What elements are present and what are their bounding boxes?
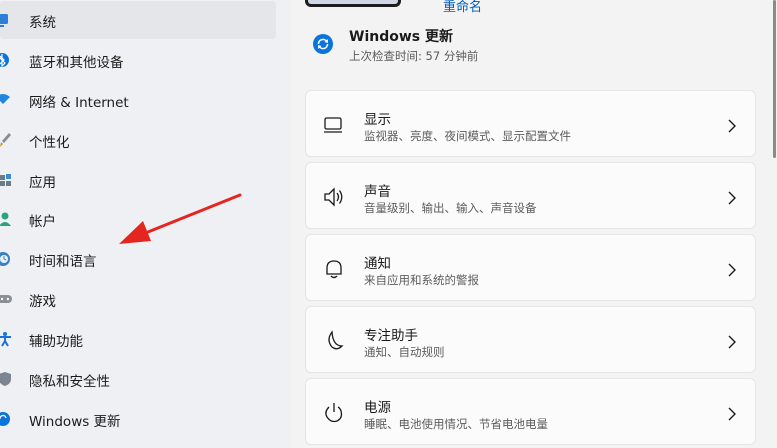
sidebar-item-system[interactable]: 系统 xyxy=(0,1,276,39)
card-title: 显示 xyxy=(364,112,391,128)
sidebar-item-label: Windows 更新 xyxy=(29,414,121,430)
shield-icon xyxy=(0,371,14,387)
sidebar-item-apps[interactable]: 应用 xyxy=(0,161,276,199)
sidebar-item-network[interactable]: 网络 & Internet xyxy=(0,81,276,119)
rename-link[interactable]: 重命名 xyxy=(443,0,482,15)
speaker-icon xyxy=(323,186,345,208)
sidebar-item-label: 网络 & Internet xyxy=(29,95,129,111)
windows-update-icon xyxy=(0,411,14,427)
sidebar-item-label: 隐私和安全性 xyxy=(29,374,110,390)
bell-icon xyxy=(323,258,345,280)
sidebar-item-privacy[interactable]: 隐私和安全性 xyxy=(0,360,276,398)
sidebar-item-label: 游戏 xyxy=(29,294,56,310)
sidebar-item-label: 帐户 xyxy=(29,214,56,230)
power-icon xyxy=(323,402,345,424)
brush-icon xyxy=(0,132,14,148)
gamepad-icon xyxy=(0,291,14,307)
sidebar-item-time-language[interactable]: 时间和语言 xyxy=(0,240,276,278)
sidebar-item-label: 个性化 xyxy=(29,135,70,151)
card-title: 通知 xyxy=(364,256,391,272)
account-icon xyxy=(0,211,14,227)
sidebar-item-label: 应用 xyxy=(29,175,56,191)
card-display[interactable]: 显示 监视器、亮度、夜间模式、显示配置文件 xyxy=(305,90,756,157)
device-thumbnail xyxy=(305,0,401,7)
sidebar-item-label: 蓝牙和其他设备 xyxy=(29,55,124,71)
card-subtitle: 来自应用和系统的警报 xyxy=(364,273,479,287)
moon-icon xyxy=(323,330,345,352)
card-notifications[interactable]: 通知 来自应用和系统的警报 xyxy=(305,234,756,301)
chevron-right-icon xyxy=(727,406,737,421)
windows-update-title: Windows 更新 xyxy=(349,29,453,45)
system-icon xyxy=(0,12,14,28)
sidebar-item-bluetooth[interactable]: 蓝牙和其他设备 xyxy=(0,41,276,79)
clock-globe-icon xyxy=(0,251,14,267)
apps-icon xyxy=(0,172,14,188)
wifi-icon xyxy=(0,92,14,108)
sidebar-item-windows-update[interactable]: Windows 更新 xyxy=(0,400,276,438)
windows-update-icon xyxy=(313,34,333,54)
chevron-right-icon xyxy=(727,190,737,205)
card-subtitle: 睡眠、电池使用情况、节省电池电量 xyxy=(364,417,548,431)
windows-update-last-checked: 上次检查时间: 57 分钟前 xyxy=(349,49,479,63)
card-sound[interactable]: 声音 音量级别、输出、输入、声音设备 xyxy=(305,162,756,229)
card-focus-assist[interactable]: 专注助手 通知、自动规则 xyxy=(305,306,756,373)
accessibility-icon xyxy=(0,331,14,347)
sidebar-item-accounts[interactable]: 帐户 xyxy=(0,200,276,238)
sidebar-item-label: 系统 xyxy=(29,15,56,31)
chevron-right-icon xyxy=(727,334,737,349)
card-title: 声音 xyxy=(364,184,391,200)
card-title: 电源 xyxy=(364,400,391,416)
bluetooth-icon xyxy=(0,52,14,68)
windows-update-status[interactable]: Windows 更新 上次检查时间: 57 分钟前 xyxy=(311,26,611,66)
sidebar-item-personalization[interactable]: 个性化 xyxy=(0,121,276,159)
card-subtitle: 音量级别、输出、输入、声音设备 xyxy=(364,201,537,215)
sidebar-item-label: 辅助功能 xyxy=(29,334,83,350)
card-power[interactable]: 电源 睡眠、电池使用情况、节省电池电量 xyxy=(305,378,756,445)
sidebar-item-gaming[interactable]: 游戏 xyxy=(0,280,276,318)
sidebar: 系统 蓝牙和其他设备 网络 & Internet 个性化 应用 帐户 时间和语言… xyxy=(0,0,290,448)
card-title: 专注助手 xyxy=(364,328,418,344)
scrollbar[interactable] xyxy=(773,0,776,158)
chevron-right-icon xyxy=(727,262,737,277)
card-subtitle: 监视器、亮度、夜间模式、显示配置文件 xyxy=(364,129,571,143)
sidebar-item-accessibility[interactable]: 辅助功能 xyxy=(0,320,276,358)
display-icon xyxy=(323,114,345,136)
chevron-right-icon xyxy=(727,118,737,133)
sidebar-item-label: 时间和语言 xyxy=(29,254,97,270)
card-subtitle: 通知、自动规则 xyxy=(364,345,445,359)
